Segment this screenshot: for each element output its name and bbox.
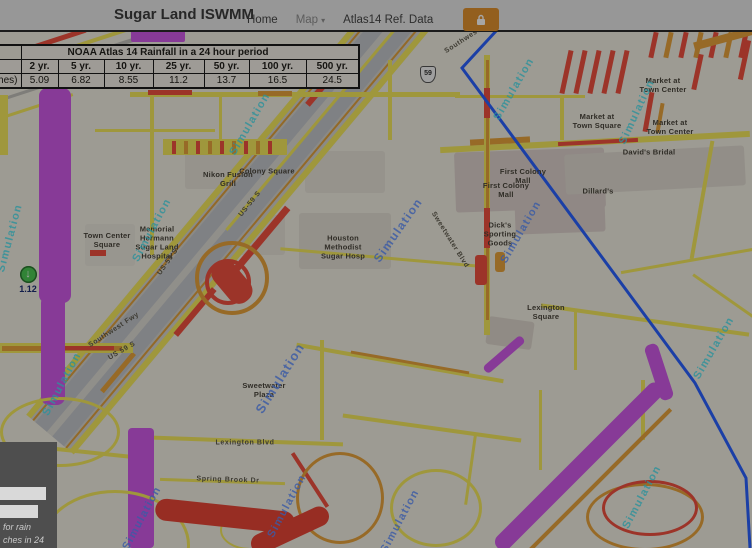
val-25yr: 11.2 (153, 74, 204, 89)
map-label: Dillard's (582, 188, 613, 197)
panel-text-line2: ches in 24 (3, 535, 44, 545)
input-field[interactable] (0, 487, 46, 500)
lock-icon (475, 14, 487, 26)
val-50yr: 13.7 (204, 74, 249, 89)
map-label: David's Bridal (623, 149, 676, 158)
lock-button[interactable] (463, 8, 499, 31)
table-corner (0, 45, 21, 60)
nav-home[interactable]: Home (247, 14, 278, 26)
nav-map[interactable]: Map▾ (296, 14, 325, 26)
map-label: Houston Methodist Sugar Hosp (321, 235, 365, 262)
map-label: Lexington Square (527, 304, 565, 322)
col-100yr: 100 yr. (249, 60, 306, 74)
map-marker[interactable]: ↓ 1.12 (17, 266, 39, 294)
street-label: Lexington Blvd (216, 440, 275, 447)
val-2yr: 5.09 (21, 74, 58, 89)
cutoff-panel: for rain ches in 24 (0, 442, 57, 548)
table-title: NOAA Atlas 14 Rainfall in a 24 hour peri… (21, 45, 359, 60)
main-nav: Home Map▾ Atlas14 Ref. Data (247, 8, 499, 31)
app-title: Sugar Land ISWMM (114, 6, 254, 23)
chevron-down-icon: ▾ (321, 16, 325, 25)
col-50yr: 50 yr. (204, 60, 249, 74)
col-500yr: 500 yr. (306, 60, 359, 74)
val-10yr: 8.55 (104, 74, 153, 89)
input-field[interactable] (0, 505, 38, 518)
map-label: Market at Town Center (646, 119, 693, 137)
map-label: Colony Square (239, 168, 295, 177)
col-25yr: 25 yr. (153, 60, 204, 74)
us-59-shield: 59 (420, 66, 436, 83)
map-label: Town Center Square (83, 232, 130, 250)
col-10yr: 10 yr. (104, 60, 153, 74)
col-5yr: 5 yr. (58, 60, 104, 74)
map-label: First Colony Mall (483, 182, 529, 200)
download-arrow-icon: ↓ (20, 266, 37, 283)
panel-text-line1: for rain (3, 522, 31, 532)
marker-value: 1.12 (17, 284, 39, 294)
col-2yr: 2 yr. (21, 60, 58, 74)
val-5yr: 6.82 (58, 74, 104, 89)
map-label: Market at Town Square (573, 113, 622, 131)
val-100yr: 16.5 (249, 74, 306, 89)
table-header-blank (0, 60, 21, 74)
app-window: Nikon Fusion GrillColony SquareMemorial … (0, 0, 752, 548)
val-500yr: 24.5 (306, 74, 359, 89)
app-header: Sugar Land ISWMM Home Map▾ Atlas14 Ref. … (0, 0, 752, 32)
nav-atlas14-ref-data[interactable]: Atlas14 Ref. Data (343, 14, 433, 26)
row-label-inches: (inches) (0, 74, 21, 89)
rainfall-table: NOAA Atlas 14 Rainfall in a 24 hour peri… (0, 44, 360, 89)
